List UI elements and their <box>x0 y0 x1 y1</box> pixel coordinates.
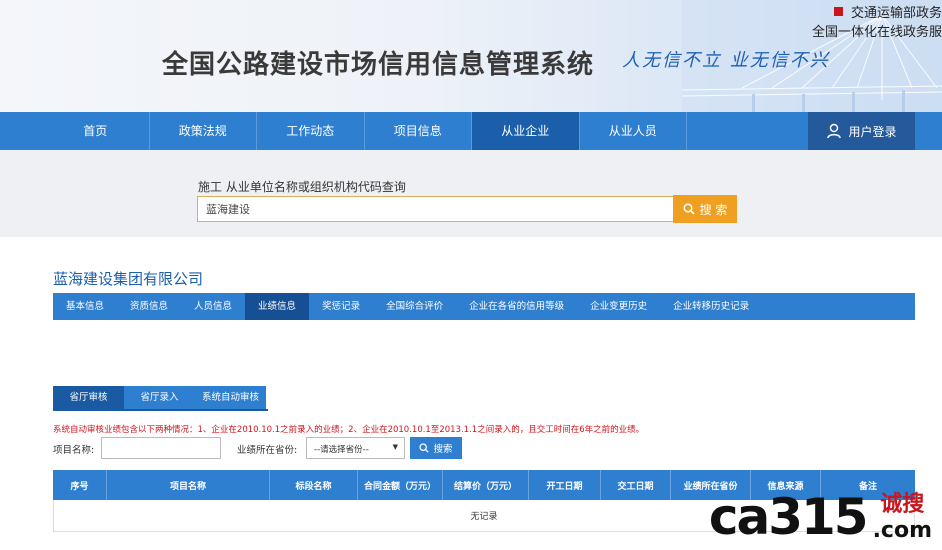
red-square-icon <box>833 7 843 16</box>
notice-text: 系统自动审核业绩包含以下两种情况：1、企业在2010.10.1之前录入的业绩；2… <box>53 425 645 435</box>
tab-provincial-credit[interactable]: 企业在各省的信用等级 <box>456 293 577 320</box>
col-start-date: 开工日期 <box>529 470 601 500</box>
search-icon <box>419 443 430 453</box>
company-search-input[interactable] <box>197 196 674 222</box>
filter-search-label: 搜索 <box>433 444 453 455</box>
nav-news[interactable]: 工作动态 <box>257 112 365 150</box>
site-header: 全国公路建设市场信用信息管理系统 人无信不立 业无信不兴 交通运输部政务 全国一… <box>0 0 942 112</box>
watermark: ca315 诚搜 .com <box>709 484 932 544</box>
top-link-ministry-label: 交通运输部政务 <box>850 6 942 21</box>
watermark-cn: 诚搜 <box>880 492 925 517</box>
subtab-auto-review[interactable]: 系统自动审核 <box>195 386 266 409</box>
col-project-name: 项目名称 <box>107 470 270 500</box>
search-button-label: 搜 索 <box>699 202 728 217</box>
col-index: 序号 <box>53 470 107 500</box>
filter-search-button[interactable]: 搜索 <box>410 437 462 459</box>
col-settlement-price: 结算价（万元） <box>443 470 529 500</box>
province-select-value: --请选择省份-- <box>314 445 369 455</box>
nav-projects[interactable]: 项目信息 <box>365 112 472 150</box>
province-select[interactable]: --请选择省份-- ▼ <box>306 437 405 459</box>
search-button[interactable]: 搜 索 <box>673 195 737 223</box>
nav-policy[interactable]: 政策法规 <box>150 112 257 150</box>
watermark-brand: ca315 <box>708 488 869 546</box>
nav-personnel[interactable]: 从业人员 <box>580 112 687 150</box>
project-name-input[interactable] <box>101 437 221 459</box>
login-label: 用户登录 <box>848 124 897 139</box>
col-contract-amount: 合同金额（万元） <box>358 470 443 500</box>
top-links: 交通运输部政务 全国一体化在线政务服 <box>812 4 942 42</box>
subtab-province-entry[interactable]: 省厅录入 <box>124 386 195 409</box>
subtab-province-review[interactable]: 省厅审核 <box>53 386 124 409</box>
col-completion-date: 交工日期 <box>601 470 671 500</box>
company-tabs: 基本信息 资质信息 人员信息 业绩信息 奖惩记录 全国综合评价 企业在各省的信用… <box>53 293 915 320</box>
tab-transfer-history[interactable]: 企业转移历史记录 <box>660 293 762 320</box>
tab-qualification[interactable]: 资质信息 <box>117 293 181 320</box>
subtab-underline <box>53 409 268 411</box>
col-section-name: 标段名称 <box>270 470 358 500</box>
nav-enterprises[interactable]: 从业企业 <box>472 112 580 150</box>
tab-rewards-penalties[interactable]: 奖惩记录 <box>309 293 373 320</box>
search-band <box>0 150 942 237</box>
company-name: 蓝海建设集团有限公司 <box>53 270 204 288</box>
main-nav: 首页 政策法规 工作动态 项目信息 从业企业 从业人员 用户登录 <box>0 112 942 150</box>
caret-down-icon: ▼ <box>392 443 398 451</box>
login-button[interactable]: 用户登录 <box>808 112 915 150</box>
tab-change-history[interactable]: 企业变更历史 <box>577 293 660 320</box>
search-icon <box>683 203 695 215</box>
tab-personnel[interactable]: 人员信息 <box>181 293 245 320</box>
review-subtabs: 省厅审核 省厅录入 系统自动审核 <box>53 386 266 409</box>
tab-national-evaluation[interactable]: 全国综合评价 <box>373 293 456 320</box>
watermark-suffix: .com <box>872 518 932 543</box>
user-icon <box>827 123 842 139</box>
tab-basic-info[interactable]: 基本信息 <box>53 293 117 320</box>
project-name-label: 项目名称: <box>53 445 95 456</box>
site-title: 全国公路建设市场信用信息管理系统 <box>162 50 595 80</box>
slogan: 人无信不立 业无信不兴 <box>622 50 830 71</box>
top-link-ministry[interactable]: 交通运输部政务 <box>812 4 942 23</box>
top-link-gov-service[interactable]: 全国一体化在线政务服 <box>812 23 942 42</box>
province-label: 业绩所在省份: <box>237 445 298 456</box>
tab-performance[interactable]: 业绩信息 <box>245 293 310 320</box>
search-caption: 施工 从业单位名称或组织机构代码查询 <box>198 180 406 194</box>
nav-home[interactable]: 首页 <box>42 112 150 150</box>
